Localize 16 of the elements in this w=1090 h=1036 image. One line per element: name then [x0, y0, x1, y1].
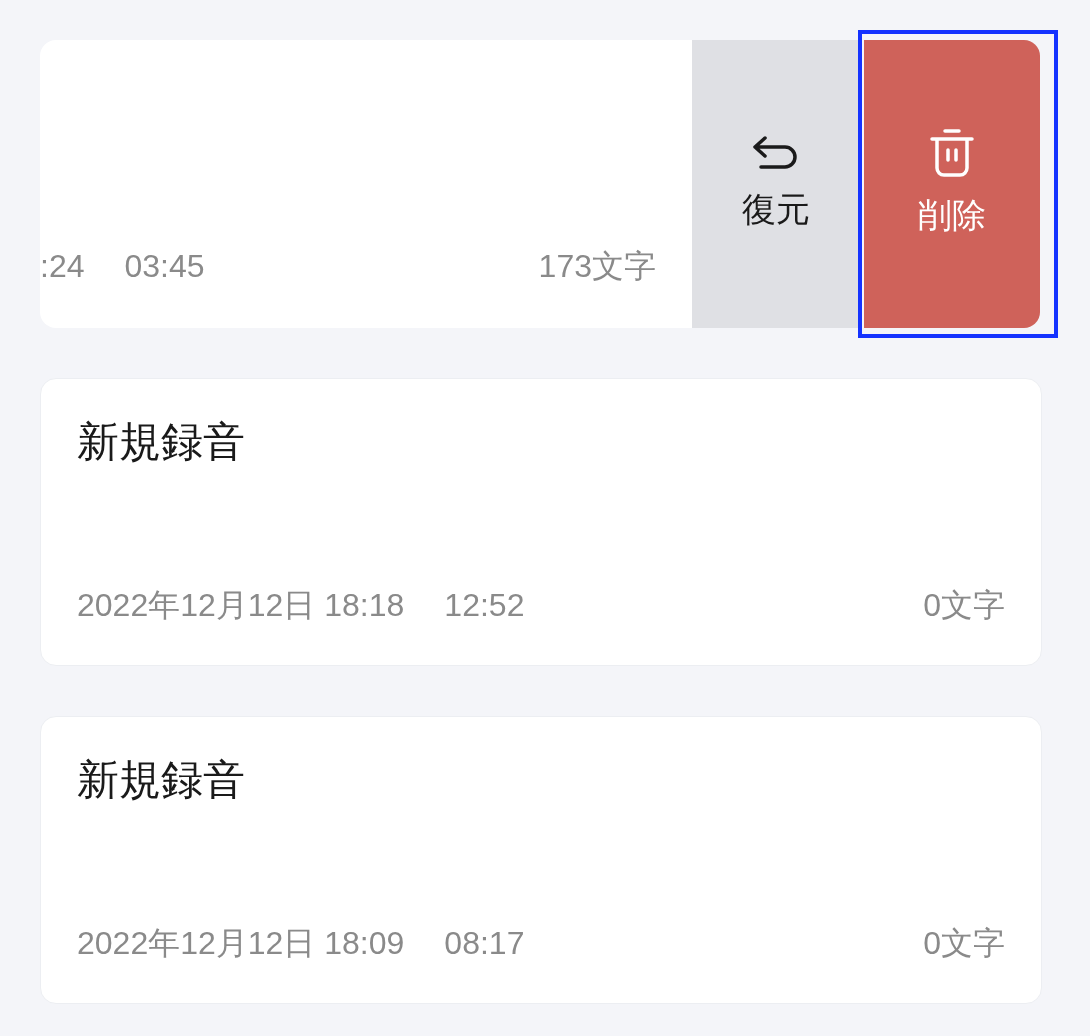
- delete-button[interactable]: 削除: [864, 40, 1040, 328]
- trash-icon: [928, 127, 976, 178]
- recording-duration: 08:17: [444, 924, 525, 963]
- character-count: 173文字: [538, 247, 656, 286]
- recording-duration: 12:52: [444, 586, 525, 625]
- recording-card[interactable]: 新規録音 2022年12月12日 18:18 12:52 0文字: [40, 378, 1042, 666]
- recording-duration: 03:45: [124, 247, 205, 286]
- recording-date: :24: [40, 247, 85, 286]
- recording-card[interactable]: 新規録音 2022年12月12日 18:09 08:17 0文字: [40, 716, 1042, 1004]
- recording-date: 2022年12月12日 18:09: [77, 924, 405, 963]
- recording-title: 新規録音: [77, 759, 245, 801]
- character-count: 0文字: [923, 924, 1005, 963]
- recording-date: 2022年12月12日 18:18: [77, 586, 405, 625]
- character-count: 0文字: [923, 586, 1005, 625]
- recording-title: 新規録音: [77, 421, 245, 463]
- restore-button[interactable]: 復元: [692, 40, 860, 328]
